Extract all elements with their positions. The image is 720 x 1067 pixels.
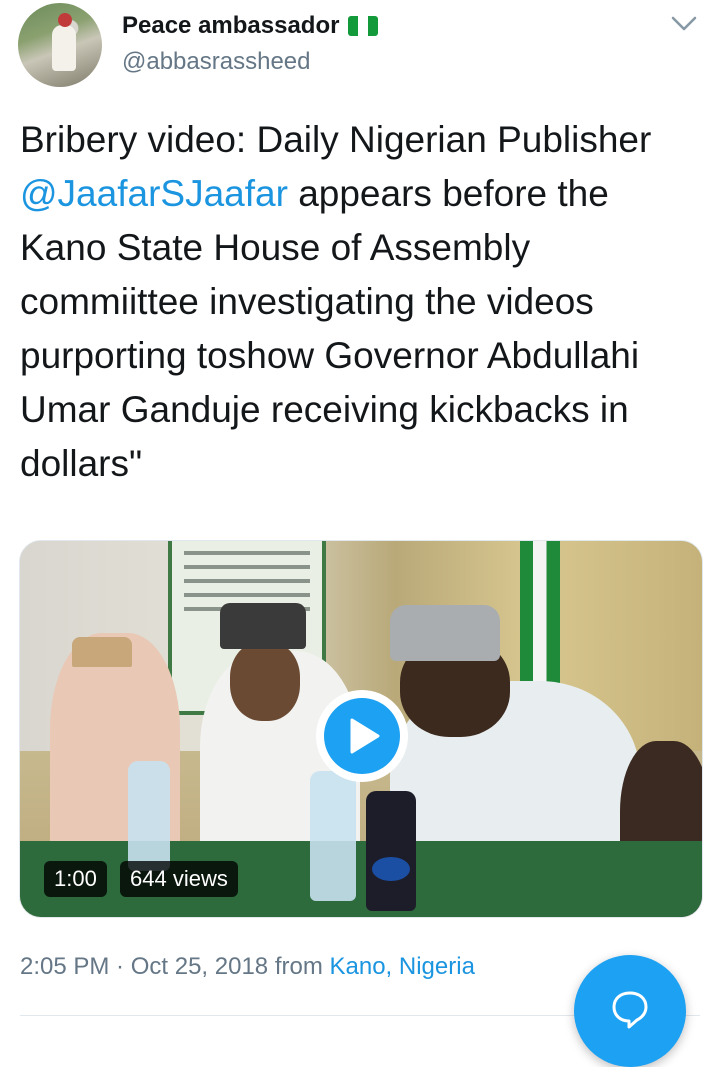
- mention-link[interactable]: @JaafarSJaafar: [20, 173, 288, 214]
- author-avatar[interactable]: [18, 3, 102, 87]
- tweet-meta: 2:05 PM · Oct 25, 2018 from Kano, Nigeri…: [20, 953, 475, 981]
- tweet-date[interactable]: Oct 25, 2018: [131, 953, 268, 980]
- video-person-2-cap: [220, 603, 306, 649]
- video-soda-bottle: [366, 791, 416, 911]
- avatar-cap: [58, 13, 72, 27]
- tweet-text: Bribery video: Daily Nigerian Publisher …: [20, 113, 700, 491]
- nigeria-flag-icon: [348, 16, 379, 36]
- chevron-down-icon[interactable]: [670, 14, 698, 34]
- tweet-text-part-2: appears before the Kano State House of A…: [20, 173, 640, 484]
- tweet-time[interactable]: 2:05 PM: [20, 953, 109, 980]
- avatar-figure: [52, 25, 76, 71]
- video-flag: [520, 541, 560, 701]
- play-button[interactable]: [316, 690, 408, 782]
- compose-reply-button[interactable]: [574, 955, 686, 1067]
- video-person-3-cap: [390, 605, 500, 661]
- video-player[interactable]: 1:00 644 views: [19, 540, 703, 918]
- meta-from-label: from: [268, 953, 330, 980]
- meta-separator: ·: [109, 953, 131, 980]
- video-water-bottle-1: [128, 761, 170, 871]
- video-person-2-face: [230, 641, 300, 721]
- play-icon: [350, 718, 380, 754]
- author-name-row: Peace ambassador: [122, 12, 379, 40]
- reply-bubble-icon: [612, 991, 648, 1029]
- tweet-location[interactable]: Kano, Nigeria: [330, 953, 475, 980]
- play-button-circle: [324, 698, 400, 774]
- video-person-1-cap: [72, 637, 132, 667]
- video-view-count: 644 views: [120, 861, 238, 897]
- tweet-text-part-1: Bribery video: Daily Nigerian Publisher: [20, 119, 652, 160]
- video-duration: 1:00: [44, 861, 107, 897]
- author-handle[interactable]: @abbasrassheed: [122, 48, 310, 76]
- video-water-bottle-2: [310, 771, 356, 901]
- author-display-name[interactable]: Peace ambassador: [122, 12, 339, 40]
